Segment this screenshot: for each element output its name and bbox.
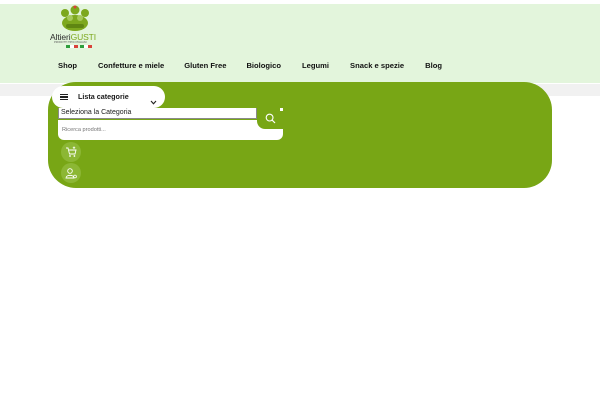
search-button[interactable]: [257, 108, 283, 129]
cart-button[interactable]: [61, 142, 81, 162]
brand-tagline: PRODOTTI TIPICI ITALIANI: [54, 41, 87, 44]
chevron-down-icon: [150, 93, 157, 105]
italian-flag-icon: [80, 45, 92, 48]
nav-item-biologico[interactable]: Biologico: [246, 61, 281, 70]
category-select[interactable]: Seleziona la Categoria: [58, 108, 257, 119]
category-list-label: Lista categorie: [78, 92, 129, 101]
select-underline: [58, 119, 257, 120]
nav-item-confetture-e-miele[interactable]: Confetture e miele: [98, 61, 164, 70]
nav-item-blog[interactable]: Blog: [425, 61, 442, 70]
crown-logo-icon: [61, 5, 89, 31]
category-list-toggle[interactable]: Lista categorie: [52, 86, 165, 108]
site-logo[interactable]: AltieriGUSTI PRODOTTI TIPICI ITALIANI: [50, 4, 100, 48]
nav-item-legumi[interactable]: Legumi: [302, 61, 329, 70]
nav-item-snack-e-spezie[interactable]: Snack e spezie: [350, 61, 404, 70]
account-button[interactable]: [61, 163, 81, 183]
menu-icon: [60, 94, 68, 101]
search-input[interactable]: [62, 124, 252, 136]
corner-tick: [280, 108, 283, 111]
nav-item-gluten-free[interactable]: Gluten Free: [184, 61, 226, 70]
cart-icon: [66, 146, 77, 157]
user-icon: [65, 168, 77, 179]
main-nav: Shop Confetture e miele Gluten Free Biol…: [58, 61, 442, 70]
italian-flag-icon: [66, 45, 78, 48]
search-icon: [265, 113, 276, 124]
nav-item-shop[interactable]: Shop: [58, 61, 77, 70]
